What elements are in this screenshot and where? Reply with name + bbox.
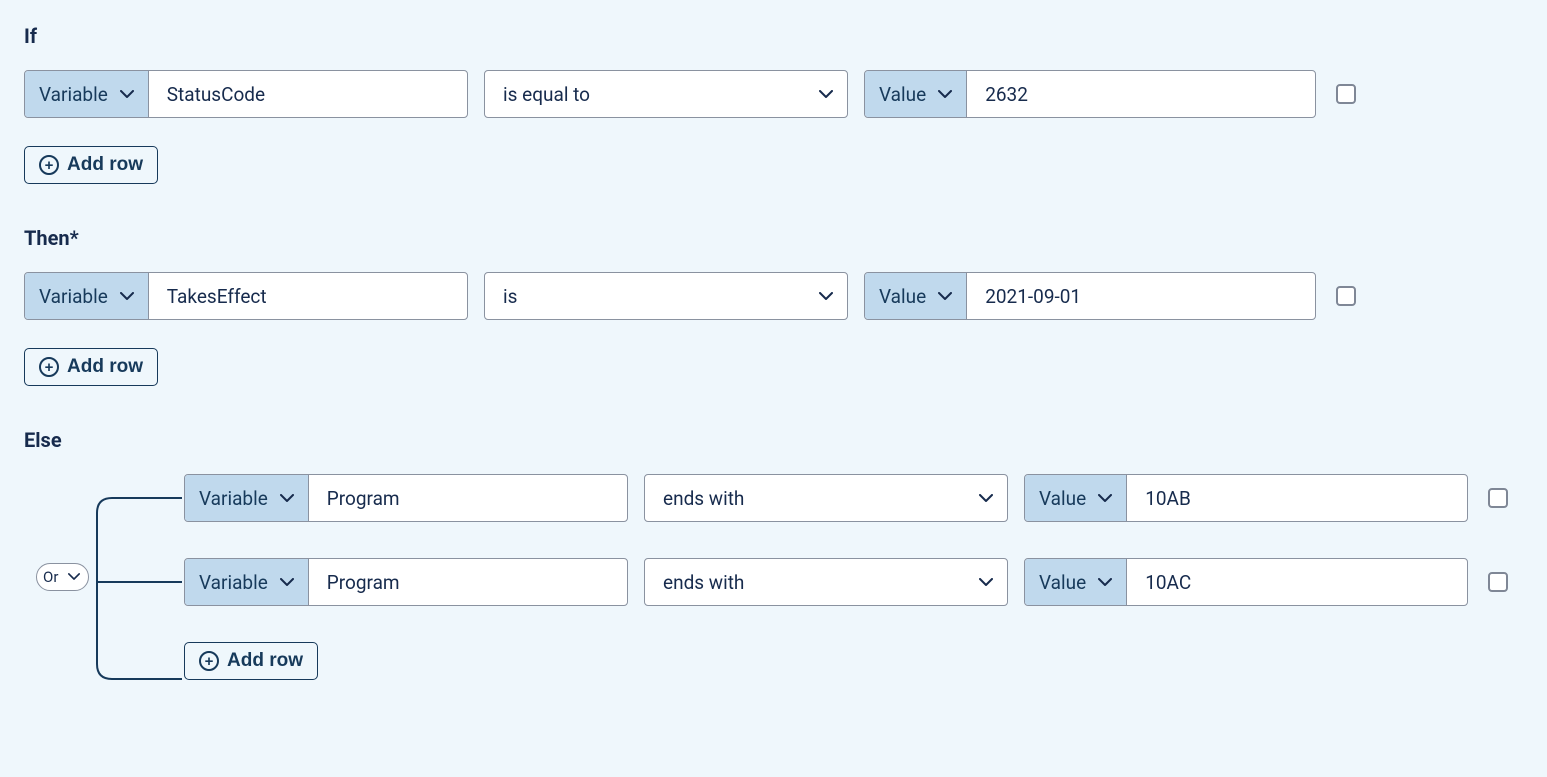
else-add-row-button[interactable]: + Add row [184,642,318,680]
else-operator-value: ends with [663,571,744,594]
if-add-row-button[interactable]: + Add row [24,146,158,184]
if-section: If Variable StatusCode is equal to Value… [24,24,1523,184]
else-variable-pair: Variable Program [184,474,628,522]
else-heading: Else [24,428,1523,452]
value-type-label: Value [1039,571,1086,594]
else-variable-input[interactable]: Program [309,559,627,605]
else-variable-input[interactable]: Program [309,475,627,521]
else-variable-type-select[interactable]: Variable [185,475,309,521]
else-rows-container: Variable Program ends with Value 10AB [184,474,1523,680]
else-group: Or Variable Program ends with [24,474,1523,680]
if-operator-select[interactable]: is equal to [484,70,848,118]
chevron-down-icon [819,90,833,98]
then-row-checkbox[interactable] [1336,286,1356,306]
logic-operator-select[interactable]: Or [36,563,89,591]
logic-column: Or [24,474,184,680]
else-section: Else Or Variable Program [24,428,1523,680]
then-heading: Then* [24,226,1523,250]
then-variable-type-select[interactable]: Variable [25,273,149,319]
plus-circle-icon: + [39,357,59,377]
else-value-type-select[interactable]: Value [1025,559,1127,605]
chevron-down-icon [120,292,134,300]
variable-type-label: Variable [39,285,108,308]
if-variable-type-select[interactable]: Variable [25,71,149,117]
then-add-row-button[interactable]: + Add row [24,348,158,386]
value-type-label: Value [1039,487,1086,510]
else-value-pair: Value 10AB [1024,474,1468,522]
chevron-down-icon [280,578,294,586]
if-value-input[interactable]: 2632 [967,71,1315,117]
if-operator-value: is equal to [503,83,590,106]
if-value-pair: Value 2632 [864,70,1316,118]
else-operator-select[interactable]: ends with [644,558,1008,606]
plus-circle-icon: + [199,651,219,671]
variable-type-label: Variable [39,83,108,106]
else-value-type-select[interactable]: Value [1025,475,1127,521]
value-type-label: Value [879,285,926,308]
then-value-input[interactable]: 2021-09-01 [967,273,1315,319]
else-value-input[interactable]: 10AB [1127,475,1467,521]
chevron-down-icon [1098,578,1112,586]
chevron-down-icon [979,494,993,502]
else-operator-select[interactable]: ends with [644,474,1008,522]
chevron-down-icon [68,573,82,581]
else-value-input[interactable]: 10AC [1127,559,1467,605]
if-variable-pair: Variable StatusCode [24,70,468,118]
else-condition-row: Variable Program ends with Value 10AB [184,474,1523,522]
chevron-down-icon [819,292,833,300]
variable-type-label: Variable [199,487,268,510]
then-value-pair: Value 2021-09-01 [864,272,1316,320]
bracket-connector [82,474,182,684]
add-row-label: Add row [227,650,303,672]
if-variable-input[interactable]: StatusCode [149,71,467,117]
if-condition-row: Variable StatusCode is equal to Value 26… [24,70,1523,118]
then-variable-pair: Variable TakesEffect [24,272,468,320]
if-heading: If [24,24,1523,48]
chevron-down-icon [280,494,294,502]
chevron-down-icon [938,90,952,98]
add-row-label: Add row [67,154,143,176]
else-row-checkbox[interactable] [1488,572,1508,592]
chevron-down-icon [1098,494,1112,502]
then-variable-input[interactable]: TakesEffect [149,273,467,319]
chevron-down-icon [938,292,952,300]
else-condition-row: Variable Program ends with Value 10AC [184,558,1523,606]
value-type-label: Value [879,83,926,106]
chevron-down-icon [120,90,134,98]
add-row-label: Add row [67,356,143,378]
then-section: Then* Variable TakesEffect is Value 2021… [24,226,1523,386]
if-row-checkbox[interactable] [1336,84,1356,104]
else-operator-value: ends with [663,487,744,510]
else-row-checkbox[interactable] [1488,488,1508,508]
else-variable-type-select[interactable]: Variable [185,559,309,605]
variable-type-label: Variable [199,571,268,594]
logic-operator-value: Or [43,568,58,586]
then-value-type-select[interactable]: Value [865,273,967,319]
chevron-down-icon [979,578,993,586]
then-operator-select[interactable]: is [484,272,848,320]
else-variable-pair: Variable Program [184,558,628,606]
then-operator-value: is [503,285,517,308]
then-condition-row: Variable TakesEffect is Value 2021-09-01 [24,272,1523,320]
plus-circle-icon: + [39,155,59,175]
if-value-type-select[interactable]: Value [865,71,967,117]
else-value-pair: Value 10AC [1024,558,1468,606]
